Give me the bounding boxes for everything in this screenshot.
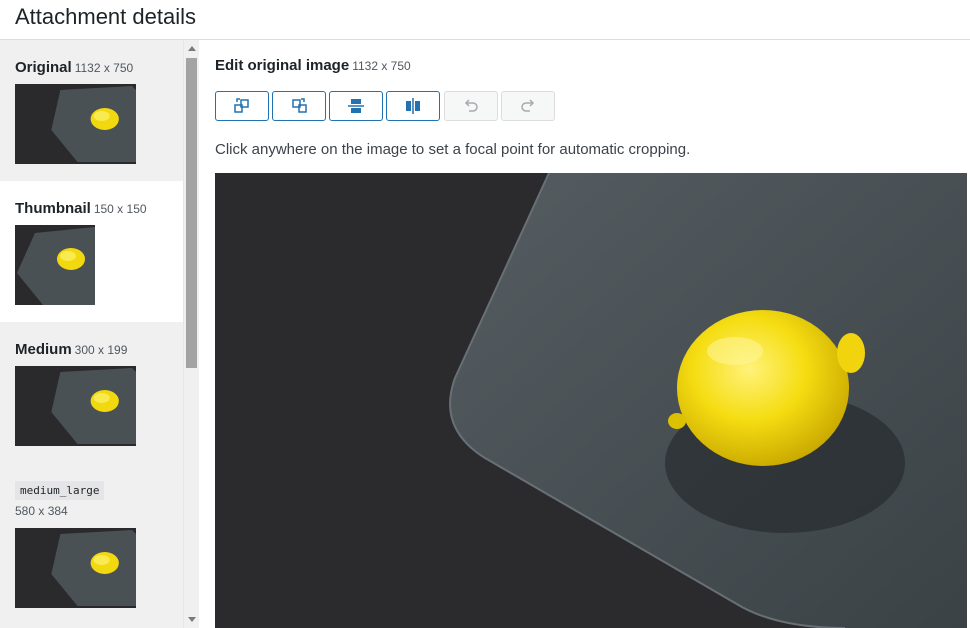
editor-title: Edit original image 1132 x 750 (215, 57, 411, 74)
size-label: Medium 300 x 199 (15, 341, 128, 358)
scroll-down-icon[interactable] (188, 617, 196, 622)
focal-point-hint: Click anywhere on the image to set a foc… (215, 141, 691, 158)
size-item-medium-large[interactable]: medium_large 580 x 384 (0, 463, 183, 628)
image-canvas[interactable] (215, 173, 967, 628)
rotate-right-button[interactable] (272, 91, 326, 121)
flip-horizontal-button[interactable] (386, 91, 440, 121)
size-item-thumbnail[interactable]: Thumbnail 150 x 150 (0, 181, 183, 322)
size-item-medium[interactable]: Medium 300 x 199 (0, 322, 183, 463)
scrollbar-thumb[interactable] (186, 58, 197, 368)
size-code-label: medium_large (15, 481, 105, 500)
rotate-left-button[interactable] (215, 91, 269, 121)
image-editor: Edit original image 1132 x 750 Click any… (199, 40, 970, 628)
size-label: Original 1132 x 750 (15, 59, 134, 76)
rotate-right-icon (292, 98, 307, 113)
flip-vertical-icon (348, 99, 364, 113)
undo-icon (464, 99, 478, 112)
redo-icon (521, 99, 535, 112)
size-item-original[interactable]: Original 1132 x 750 (0, 40, 183, 181)
rotate-left-icon (234, 98, 249, 113)
redo-button[interactable] (501, 91, 555, 121)
sidebar-scrollbar[interactable] (183, 40, 199, 628)
header: Attachment details (0, 0, 970, 40)
undo-button[interactable] (444, 91, 498, 121)
page-title: Attachment details (15, 4, 196, 29)
thumbnail-image[interactable] (15, 366, 136, 446)
thumbnail-image[interactable] (15, 225, 95, 305)
flip-horizontal-icon (406, 98, 420, 114)
size-dims: 580 x 384 (15, 504, 68, 518)
scroll-up-icon[interactable] (188, 46, 196, 51)
thumbnail-image[interactable] (15, 528, 136, 608)
flip-vertical-button[interactable] (329, 91, 383, 121)
thumbnail-image[interactable] (15, 84, 136, 164)
image-sizes-sidebar: Original1132 x 750 Thumbnail150 x 150 (0, 40, 183, 628)
size-label: Thumbnail 150 x 150 (15, 200, 147, 217)
